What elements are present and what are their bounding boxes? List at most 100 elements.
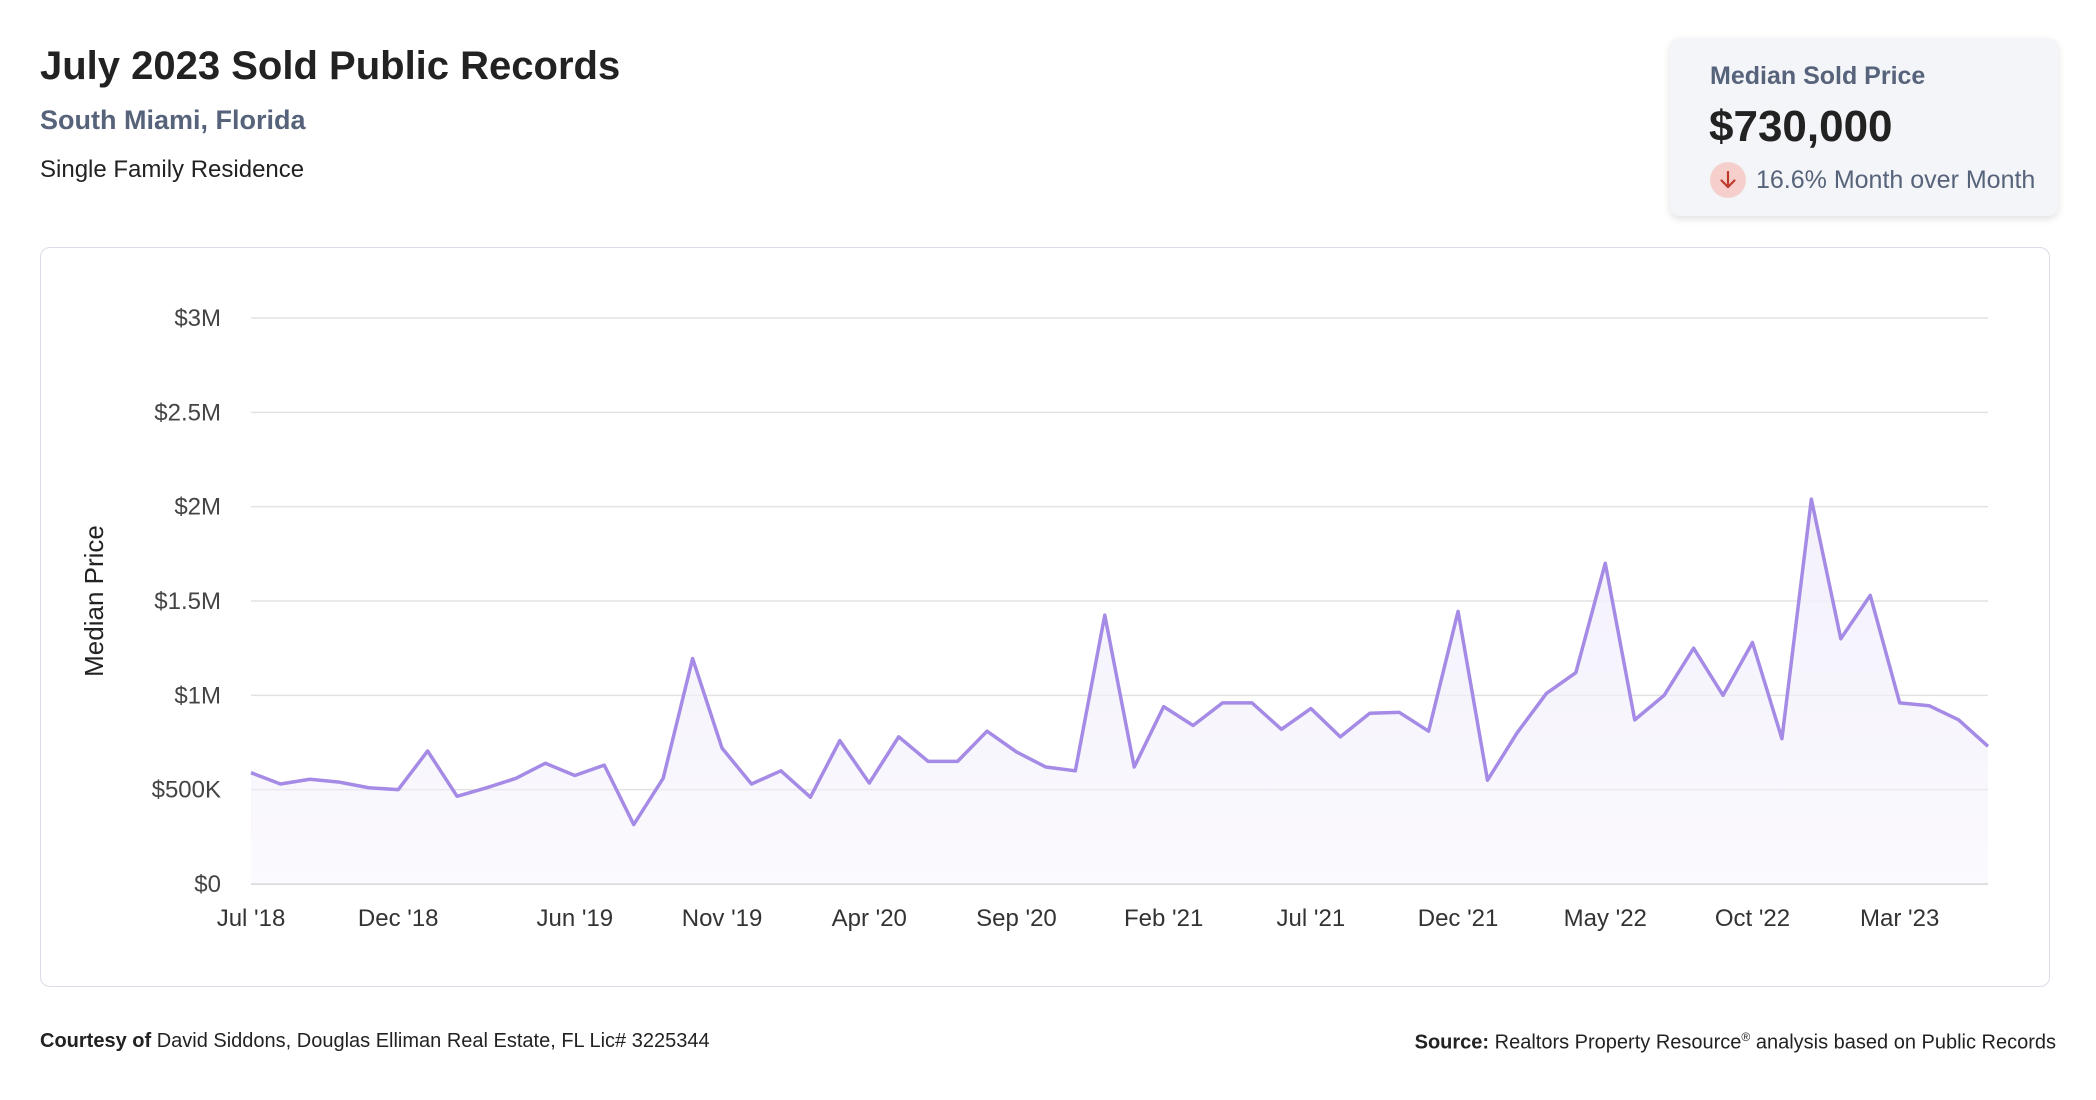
data-point <box>1250 701 1254 705</box>
source-text-tail: analysis based on Public Records <box>1755 1031 2056 1054</box>
data-point <box>838 739 842 743</box>
arrow-down-icon <box>1710 162 1746 198</box>
y-tick-label: $2M <box>174 494 221 521</box>
x-tick-label: Mar '23 <box>1860 905 1939 932</box>
data-point <box>1397 710 1401 714</box>
data-point <box>1633 718 1637 722</box>
data-point <box>720 746 724 750</box>
data-point <box>1338 735 1342 739</box>
data-point <box>1574 671 1578 675</box>
header: July 2023 Sold Public Records South Miam… <box>40 44 620 184</box>
data-point <box>455 794 459 798</box>
x-tick-label: Sep '20 <box>976 905 1057 932</box>
data-point <box>1368 711 1372 715</box>
data-point <box>1986 744 1990 748</box>
y-tick-label: $0 <box>194 871 221 898</box>
data-point <box>867 781 871 785</box>
x-tick-label: Oct '22 <box>1715 905 1790 932</box>
data-point <box>1898 701 1902 705</box>
x-tick-label: Jun '19 <box>537 905 614 932</box>
change-text: 16.6% Month over Month <box>1756 165 2036 194</box>
courtesy-text: David Siddons, Douglas Elliman Real Esta… <box>156 1030 710 1052</box>
data-point <box>1162 705 1166 709</box>
data-point <box>1014 750 1018 754</box>
data-point <box>1279 727 1283 731</box>
x-tick-label: Dec '18 <box>358 905 439 932</box>
stat-change: 16.6% Month over Month <box>1710 162 2035 198</box>
x-tick-label: Jul '18 <box>217 905 286 932</box>
property-type: Single Family Residence <box>40 156 305 183</box>
location-subtitle: South Miami, Florida <box>40 105 306 135</box>
data-point <box>1309 707 1313 711</box>
data-point <box>308 777 312 781</box>
data-point <box>1957 718 1961 722</box>
source-label: Source: <box>1414 1031 1490 1054</box>
data-point <box>1780 737 1784 741</box>
data-point <box>1839 637 1843 641</box>
y-tick-label: $1M <box>174 682 221 709</box>
y-axis-label: Median Price <box>79 525 109 677</box>
data-point <box>1809 497 1813 501</box>
data-point <box>1486 778 1490 782</box>
price-chart: $0 $500K $1M $1.5M $2M $2.5M $3M Jul '18 Dec '18… <box>79 305 1990 932</box>
data-point <box>956 759 960 763</box>
x-tick-label: May '22 <box>1564 905 1647 932</box>
stat-value: $730,000 <box>1709 102 1893 151</box>
data-point <box>573 774 577 778</box>
data-point <box>1103 613 1107 617</box>
y-tick-label: $1.5M <box>154 588 221 615</box>
data-point <box>1044 765 1048 769</box>
data-point <box>1662 693 1666 697</box>
data-point <box>1603 561 1607 565</box>
registered-mark: ® <box>1741 1030 1751 1044</box>
data-point <box>514 776 518 780</box>
data-point <box>926 759 930 763</box>
data-point <box>602 763 606 767</box>
data-point <box>1221 701 1225 705</box>
data-point <box>337 780 341 784</box>
x-tick-label: Jul '21 <box>1277 905 1346 932</box>
data-point <box>985 729 989 733</box>
data-point <box>278 782 282 786</box>
stat-label: Median Sold Price <box>1710 62 1926 90</box>
data-point <box>808 795 812 799</box>
data-point <box>485 786 489 790</box>
data-point <box>1544 691 1548 695</box>
data-point <box>367 786 371 790</box>
data-point <box>1427 729 1431 733</box>
y-tick-label: $3M <box>174 305 221 332</box>
data-point <box>1750 641 1754 645</box>
data-point <box>1191 724 1195 728</box>
median-price-card: Median Sold Price $730,000 16.6% Month o… <box>1670 38 2058 216</box>
data-point <box>1721 693 1725 697</box>
x-tick-label: Feb '21 <box>1124 905 1203 932</box>
courtesy-label: Courtesy of <box>40 1030 152 1052</box>
x-tick-label: Nov '19 <box>682 905 763 932</box>
data-point <box>661 776 665 780</box>
courtesy-footer: Courtesy of David Siddons, Douglas Ellim… <box>40 1030 710 1053</box>
y-tick-label: $500K <box>152 777 221 804</box>
x-tick-label: Dec '21 <box>1418 905 1499 932</box>
data-point <box>632 823 636 827</box>
chart-container: $0 $500K $1M $1.5M $2M $2.5M $3M Jul '18 Dec '18… <box>40 247 2050 987</box>
source-footer: Source: Realtors Property Resource® anal… <box>1415 1030 2056 1055</box>
data-point <box>1515 731 1519 735</box>
data-point <box>396 788 400 792</box>
data-point <box>1692 646 1696 650</box>
page-title: July 2023 Sold Public Records <box>40 44 621 88</box>
data-point <box>249 771 253 775</box>
data-point <box>1868 593 1872 597</box>
data-point <box>1132 765 1136 769</box>
data-point <box>691 657 695 661</box>
data-point <box>1927 704 1931 708</box>
data-point <box>426 749 430 753</box>
data-point <box>779 769 783 773</box>
data-point <box>1073 769 1077 773</box>
y-tick-label: $2.5M <box>154 399 221 426</box>
x-tick-label: Apr '20 <box>832 905 907 932</box>
data-point <box>1456 609 1460 613</box>
data-point <box>543 761 547 765</box>
data-point <box>749 782 753 786</box>
source-text: Realtors Property Resource <box>1494 1031 1742 1054</box>
data-point <box>897 735 901 739</box>
